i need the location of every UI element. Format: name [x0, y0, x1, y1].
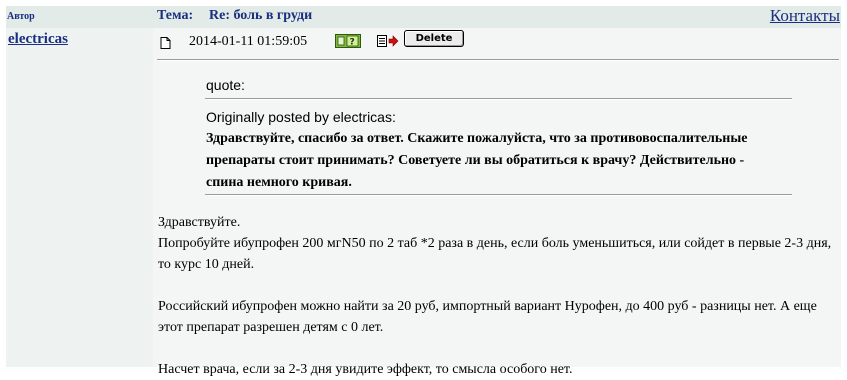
quote-bottom-divider	[205, 194, 792, 196]
post-divider	[157, 59, 839, 61]
post-reply-body: Здравствуйте. Попробуйте ибупрофен 200 м…	[158, 212, 840, 380]
contacts-link[interactable]: Контакты	[770, 6, 840, 26]
profile-icon[interactable]: ?	[335, 34, 361, 48]
post-author-link[interactable]: electricas	[8, 31, 68, 48]
delete-button[interactable]: Delete	[404, 30, 464, 47]
author-column-heading: Автор	[7, 11, 35, 22]
svg-text:?: ?	[350, 38, 355, 48]
quote-label: quote:	[206, 77, 245, 93]
reply-greeting: Здравствуйте.	[158, 215, 241, 230]
author-column	[6, 28, 153, 367]
post-date: 2014-01-11 01:59:05	[189, 34, 308, 49]
quote-originally-posted: Originally posted by electricas:	[206, 109, 396, 125]
reply-dosage: Попробуйте ибупрофен 200 мгN50 по 2 таб …	[158, 236, 832, 272]
quote-text: Здравствуйте, спасибо за ответ. Скажите …	[206, 131, 748, 190]
reply-paragraph: Насчет врача, если за 2-3 дня увидите эф…	[158, 362, 573, 377]
quote-reply-icon[interactable]	[377, 34, 399, 48]
reply-paragraph: Здравствуйте. Попробуйте ибупрофен 200 м…	[158, 212, 840, 275]
topic-label: Тема:	[157, 8, 194, 23]
document-icon	[160, 36, 171, 49]
topic-title: Re: боль в груди	[209, 8, 313, 23]
forum-header-bar	[6, 6, 841, 28]
quote-top-divider	[205, 98, 792, 100]
reply-paragraph: Российский ибупрофен можно найти за 20 р…	[158, 299, 817, 335]
